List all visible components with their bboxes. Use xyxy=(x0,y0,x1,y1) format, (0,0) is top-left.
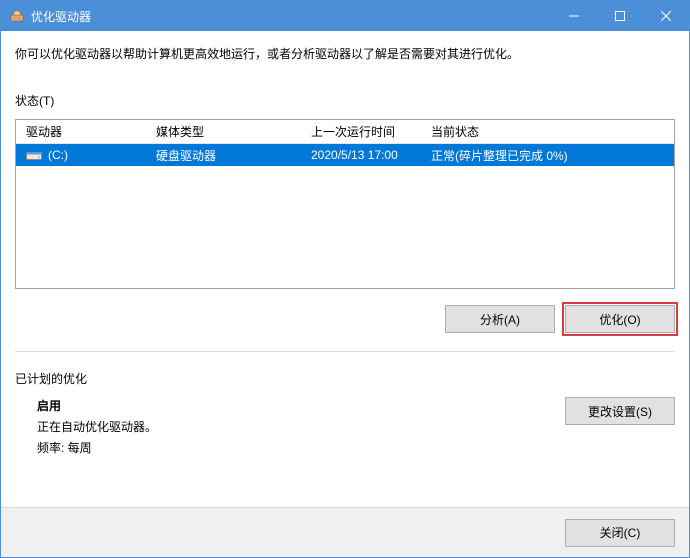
window-title: 优化驱动器 xyxy=(31,8,551,25)
close-dialog-button[interactable]: 关闭(C) xyxy=(565,519,675,547)
app-window: 优化驱动器 你可以优化驱动器以帮助计算机更高效地运行，或者分析驱动器以了解是否需… xyxy=(0,0,690,558)
drive-list-header: 驱动器 媒体类型 上一次运行时间 当前状态 xyxy=(16,120,674,144)
drive-name: (C:) xyxy=(48,148,68,162)
drive-list[interactable]: 驱动器 媒体类型 上一次运行时间 当前状态 (C:) 硬盘驱动器 xyxy=(15,119,675,289)
schedule-auto-line: 正在自动优化驱动器。 xyxy=(37,418,545,435)
section-divider xyxy=(15,351,675,352)
close-button[interactable] xyxy=(643,1,689,31)
content-area: 你可以优化驱动器以帮助计算机更高效地运行，或者分析驱动器以了解是否需要对其进行优… xyxy=(1,31,689,507)
drive-row[interactable]: (C:) 硬盘驱动器 2020/5/13 17:00 正常(碎片整理已完成 0%… xyxy=(16,144,674,166)
schedule-section-title: 已计划的优化 xyxy=(15,370,675,387)
drive-media: 硬盘驱动器 xyxy=(146,147,301,164)
hdd-icon xyxy=(26,149,42,161)
title-bar: 优化驱动器 xyxy=(1,1,689,31)
schedule-freq-line: 频率: 每周 xyxy=(37,439,545,456)
maximize-button[interactable] xyxy=(597,1,643,31)
col-header-last[interactable]: 上一次运行时间 xyxy=(301,123,421,140)
col-header-state[interactable]: 当前状态 xyxy=(421,123,674,140)
schedule-row: 启用 正在自动优化驱动器。 频率: 每周 更改设置(S) xyxy=(15,397,675,460)
col-header-media[interactable]: 媒体类型 xyxy=(146,123,301,140)
drive-state: 正常(碎片整理已完成 0%) xyxy=(421,147,674,164)
schedule-on-label: 启用 xyxy=(37,397,545,414)
analyze-button[interactable]: 分析(A) xyxy=(445,305,555,333)
dialog-footer: 关闭(C) xyxy=(1,507,689,557)
col-header-drive[interactable]: 驱动器 xyxy=(16,123,146,140)
action-button-row: 分析(A) 优化(O) xyxy=(15,305,675,333)
status-label: 状态(T) xyxy=(15,92,675,109)
drive-last-run: 2020/5/13 17:00 xyxy=(301,148,421,162)
change-settings-button[interactable]: 更改设置(S) xyxy=(565,397,675,425)
app-icon xyxy=(9,8,25,24)
optimize-button[interactable]: 优化(O) xyxy=(565,305,675,333)
description-text: 你可以优化驱动器以帮助计算机更高效地运行，或者分析驱动器以了解是否需要对其进行优… xyxy=(15,45,675,62)
minimize-button[interactable] xyxy=(551,1,597,31)
schedule-info: 启用 正在自动优化驱动器。 频率: 每周 xyxy=(15,397,545,460)
